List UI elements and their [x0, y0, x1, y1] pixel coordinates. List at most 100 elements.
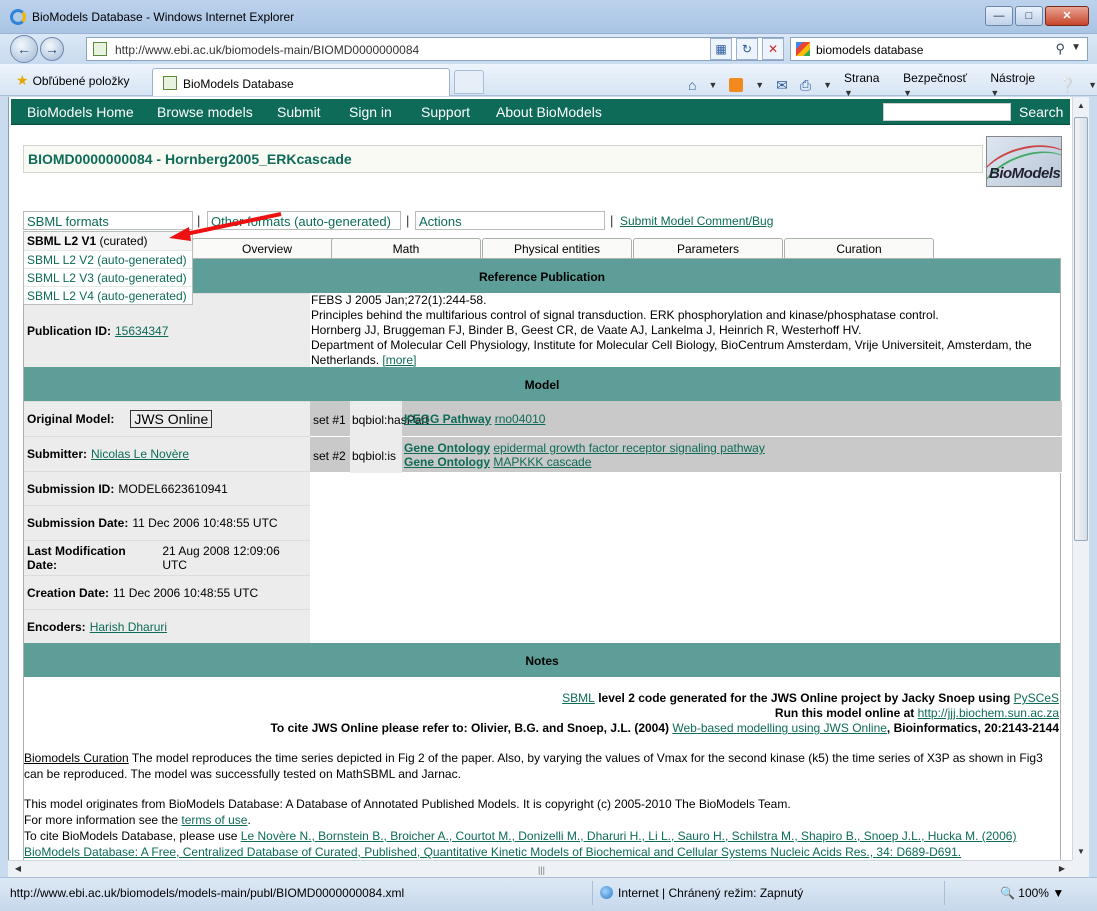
- jws-url-link[interactable]: http://jjj.biochem.sun.ac.za: [918, 706, 1059, 720]
- site-menu: BioModels Home Browse models Submit Sign…: [11, 99, 1070, 125]
- chevron-down-icon[interactable]: ▼: [1071, 42, 1081, 53]
- favorites-bar: ★ Obľúbené položky BioModels Database ⌂ ▼ …: [0, 64, 1097, 99]
- compatibility-icon[interactable]: ▦: [710, 38, 732, 60]
- stop-icon[interactable]: ✕: [762, 38, 784, 60]
- annotation-set-2: set #2 bqbiol:is Gene Ontology epidermal…: [310, 437, 1062, 473]
- forward-button[interactable]: →: [40, 37, 64, 61]
- menu-home[interactable]: BioModels Home: [27, 104, 134, 120]
- search-box[interactable]: biomodels database ⚲ ▼: [790, 37, 1088, 61]
- help-icon[interactable]: ❔: [1059, 77, 1076, 94]
- submit-comment-link[interactable]: Submit Model Comment/Bug: [620, 214, 773, 228]
- new-tab-button[interactable]: [454, 70, 484, 94]
- kegg-term-link[interactable]: rno04010: [495, 412, 546, 426]
- scroll-thumb[interactable]: [1074, 117, 1088, 541]
- zoom-level[interactable]: 🔍 100% ▼: [1000, 886, 1064, 900]
- sbml-link[interactable]: SBML: [562, 691, 595, 705]
- go-term-link[interactable]: epidermal growth factor receptor signali…: [493, 441, 764, 455]
- menu-support[interactable]: Support: [421, 104, 470, 120]
- pysces-link[interactable]: PySCeS: [1014, 691, 1059, 705]
- mail-icon[interactable]: ✉: [776, 77, 788, 94]
- dropdown-option-l2v4[interactable]: SBML L2 V4 (auto-generated): [24, 286, 192, 304]
- refresh-icon[interactable]: ↻: [736, 38, 758, 60]
- submitter-link[interactable]: Nicolas Le Novère: [91, 447, 189, 461]
- menu-sign-in[interactable]: Sign in: [349, 104, 392, 120]
- page-title: BIOMD0000000084 - Hornberg2005_ERKcascad…: [28, 151, 352, 167]
- submission-id-row: Submission ID: MODEL6623610941: [24, 472, 310, 506]
- model-info-column: Original Model: JWS Online Submitter: Ni…: [24, 401, 310, 643]
- tab-title: BioModels Database: [183, 77, 294, 91]
- tab-physical-entities[interactable]: Physical entities: [482, 238, 632, 258]
- minimize-button[interactable]: —: [985, 6, 1013, 26]
- model-header: Model: [24, 367, 1060, 401]
- home-icon[interactable]: ⌂: [688, 77, 696, 93]
- vertical-scrollbar[interactable]: ▲ ▼: [1072, 97, 1089, 860]
- status-url: http://www.ebi.ac.uk/biomodels/models-ma…: [10, 886, 405, 900]
- menu-about[interactable]: About BioModels: [496, 104, 602, 120]
- safety-menu[interactable]: Bezpečnosť ▼: [903, 71, 978, 99]
- ie-logo-icon: [10, 9, 26, 25]
- annotation-set-1: set #1 bqbiol:hasPart KEGG Pathway rno04…: [310, 401, 1062, 437]
- encoder-link[interactable]: Harish Dharuri: [90, 620, 167, 634]
- pubid-label: Publication ID:: [27, 324, 111, 338]
- pub-authors: Hornberg JJ, Bruggeman FJ, Binder B, Gee…: [311, 323, 862, 337]
- page-icon: [93, 42, 107, 56]
- site-search-button[interactable]: Search: [1019, 104, 1063, 120]
- tab-parameters[interactable]: Parameters: [633, 238, 783, 258]
- dropdown-option-l2v1[interactable]: SBML L2 V1 (curated): [24, 232, 192, 250]
- notes-body: SBML level 2 code generated for the JWS …: [24, 691, 1059, 859]
- scroll-up-icon[interactable]: ▲: [1073, 97, 1089, 114]
- tab-curation[interactable]: Curation: [784, 238, 934, 258]
- kegg-pathway-link[interactable]: KEGG Pathway: [404, 412, 491, 426]
- encoders-row: Encoders: Harish Dharuri: [27, 620, 168, 634]
- menu-submit[interactable]: Submit: [277, 104, 321, 120]
- go-term-link[interactable]: MAPKKK cascade: [493, 455, 591, 469]
- tab-overview[interactable]: Overview: [192, 238, 342, 258]
- jws-paper-link[interactable]: Web-based modelling using JWS Online: [672, 721, 887, 735]
- jws-online-logo[interactable]: JWS Online: [130, 410, 213, 428]
- submission-date-row: Submission Date: 11 Dec 2006 10:48:55 UT…: [24, 506, 310, 541]
- maximize-button[interactable]: □: [1015, 6, 1043, 26]
- scroll-left-icon[interactable]: ◀: [10, 861, 26, 877]
- page-menu[interactable]: Strana ▼: [844, 71, 891, 99]
- scroll-right-icon[interactable]: ▶: [1054, 861, 1070, 877]
- menu-browse[interactable]: Browse models: [157, 104, 253, 120]
- sbml-formats-menu[interactable]: SBML formats: [23, 211, 193, 230]
- favorites-button[interactable]: ★ Obľúbené položky: [16, 70, 157, 90]
- close-button[interactable]: ✕: [1045, 6, 1089, 26]
- tools-menu[interactable]: Nástroje ▼: [990, 71, 1046, 99]
- go-link[interactable]: Gene Ontology: [404, 455, 490, 469]
- terms-link[interactable]: terms of use: [181, 813, 247, 827]
- pubid-link[interactable]: 15634347: [115, 324, 168, 338]
- scroll-down-icon[interactable]: ▼: [1073, 843, 1089, 860]
- actions-menu[interactable]: Actions: [415, 211, 605, 230]
- separator: |: [406, 213, 410, 228]
- globe-icon: [600, 886, 613, 899]
- horizontal-scrollbar[interactable]: ◀ ||| ▶: [8, 860, 1072, 877]
- model-tabs: Overview Math Physical entities Paramete…: [192, 238, 1070, 258]
- publication-details: FEBS J 2005 Jan;272(1):244-58. Principle…: [310, 293, 1062, 368]
- browser-tab[interactable]: BioModels Database: [152, 68, 450, 96]
- pub-journal: FEBS J 2005 Jan;272(1):244-58.: [311, 293, 487, 307]
- pub-title: Principles behind the multifarious contr…: [311, 308, 939, 322]
- back-button[interactable]: ←: [10, 35, 38, 63]
- site-search-input[interactable]: [883, 103, 1011, 121]
- original-model-row: Original Model: JWS Online: [24, 402, 310, 437]
- red-arrow-icon: [169, 212, 282, 241]
- feed-icon[interactable]: [729, 78, 744, 92]
- address-bar[interactable]: http://www.ebi.ac.uk/biomodels-main/BIOM…: [86, 37, 784, 61]
- pub-affiliation: Department of Molecular Cell Physiology,…: [311, 338, 1032, 367]
- origin-note: This model originates from BioModels Dat…: [24, 797, 1017, 859]
- scroll-grip-icon: |||: [538, 865, 546, 875]
- search-icon[interactable]: ⚲: [1055, 41, 1065, 57]
- print-icon[interactable]: ⎙: [800, 77, 811, 94]
- curation-note: Biomodels Curation The model reproduces …: [24, 751, 1043, 781]
- biomodels-logo[interactable]: BioModels: [986, 136, 1062, 187]
- go-link[interactable]: Gene Ontology: [404, 441, 490, 455]
- dropdown-option-l2v3[interactable]: SBML L2 V3 (auto-generated): [24, 268, 192, 286]
- navigation-bar: ← → http://www.ebi.ac.uk/biomodels-main/…: [0, 34, 1097, 64]
- tab-math[interactable]: Math: [331, 238, 481, 258]
- dropdown-option-l2v2[interactable]: SBML L2 V2 (auto-generated): [24, 250, 192, 268]
- more-link[interactable]: [more]: [382, 353, 416, 367]
- address-url: http://www.ebi.ac.uk/biomodels-main/BIOM…: [115, 43, 420, 57]
- security-zone[interactable]: Internet | Chránený režim: Zapnutý: [600, 886, 803, 900]
